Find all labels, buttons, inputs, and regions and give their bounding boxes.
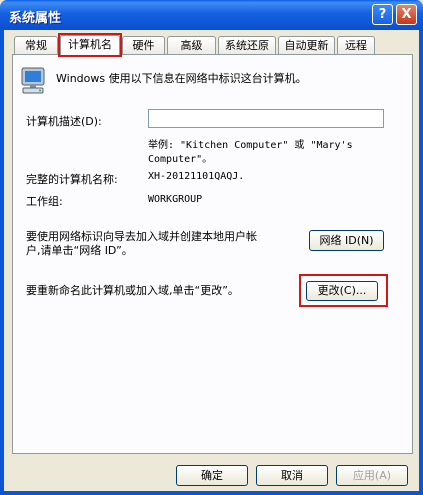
window-frame-bottom bbox=[0, 491, 423, 495]
computer-icon bbox=[21, 67, 45, 94]
tab-computer-name[interactable]: 计算机名 bbox=[60, 34, 120, 55]
full-name-value: XH-20121101QAQJ. bbox=[148, 171, 245, 182]
tab-hardware[interactable]: 硬件 bbox=[122, 36, 165, 54]
tab-advanced[interactable]: 高级 bbox=[167, 36, 216, 54]
network-id-button[interactable]: 网络 ID(N) bbox=[309, 230, 384, 251]
tab-general[interactable]: 常规 bbox=[14, 36, 58, 54]
help-button[interactable]: ? bbox=[372, 4, 393, 25]
close-button[interactable]: X bbox=[396, 4, 417, 25]
example-text-line1: 举例: "Kitchen Computer" 或 "Mary's bbox=[148, 140, 353, 151]
full-name-label: 完整的计算机名称: bbox=[26, 173, 118, 186]
example-text-line2: Computer"。 bbox=[148, 154, 213, 165]
window-title: 系统属性 bbox=[9, 10, 62, 25]
workgroup-value: WORKGROUP bbox=[148, 194, 203, 205]
tab-system-restore[interactable]: 系统还原 bbox=[218, 36, 276, 54]
workgroup-label: 工作组: bbox=[26, 195, 63, 208]
apply-button[interactable]: 应用(A) bbox=[336, 465, 408, 486]
intro-text: Windows 使用以下信息在网络中标识这台计算机。 bbox=[56, 72, 307, 85]
ok-button[interactable]: 确定 bbox=[176, 465, 248, 486]
change-button[interactable]: 更改(C)... bbox=[306, 281, 378, 301]
tab-remote[interactable]: 远程 bbox=[337, 36, 375, 54]
system-properties-window: 系统属性 ? X 常规 计算机名 硬件 高级 系统还原 自动更新 远程 Wind… bbox=[0, 0, 423, 495]
network-id-text-line2: 户,请单击“网络 ID”。 bbox=[26, 244, 133, 257]
window-frame-left bbox=[0, 30, 4, 495]
computer-description-input[interactable] bbox=[148, 109, 384, 128]
tab-automatic-updates[interactable]: 自动更新 bbox=[278, 36, 335, 54]
title-bar[interactable]: 系统属性 ? X bbox=[0, 0, 423, 30]
description-label: 计算机描述(D): bbox=[26, 115, 102, 128]
rename-text: 要重新命名此计算机或加入域,单击“更改”。 bbox=[26, 284, 239, 297]
cancel-button[interactable]: 取消 bbox=[256, 465, 328, 486]
window-frame-right bbox=[419, 30, 423, 495]
